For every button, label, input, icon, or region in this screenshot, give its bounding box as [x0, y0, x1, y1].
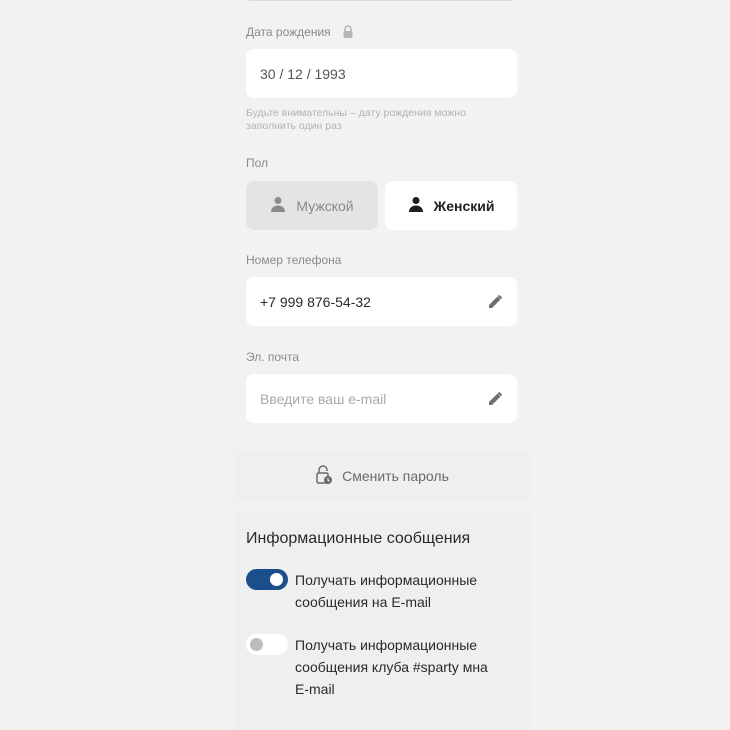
user-icon — [270, 196, 286, 215]
email-label: Эл. почта — [246, 350, 300, 364]
club-notifications-toggle[interactable] — [246, 634, 288, 655]
email-field[interactable]: Введите ваш e-mail — [246, 374, 517, 423]
user-icon — [408, 196, 424, 215]
gender-male-label: Мужской — [296, 197, 354, 214]
email-notifications-label: Получать информационные сообщения на E-m… — [295, 572, 478, 610]
profile-form: Дата рождения 30 / 12 / 1993 Будьте вним… — [0, 0, 730, 730]
previous-field-edge — [246, 0, 516, 1]
change-password-label: Сменить пароль — [342, 468, 449, 484]
toggle-knob — [250, 638, 263, 651]
birthdate-field: 30 / 12 / 1993 — [246, 49, 517, 98]
change-password-button[interactable]: Сменить пароль — [234, 450, 530, 502]
gender-label: Пол — [246, 156, 269, 170]
gender-female-label: Женский — [433, 197, 495, 214]
phone-label: Номер телефона — [246, 253, 342, 267]
lock-clock-icon — [315, 464, 333, 488]
toggle-knob — [270, 573, 283, 586]
gender-female-button[interactable]: Женский — [385, 181, 517, 230]
birthdate-label-row: Дата рождения — [246, 25, 354, 41]
club-notifications-label: Получать информационные сообщения клуба … — [295, 637, 488, 697]
phone-value: +7 999 876-54-32 — [260, 293, 371, 310]
pencil-icon[interactable] — [487, 391, 503, 407]
lock-icon — [342, 25, 354, 41]
email-notifications-toggle[interactable] — [246, 569, 288, 590]
birthdate-value: 30 / 12 / 1993 — [260, 65, 346, 82]
gender-male-button[interactable]: Мужской — [246, 181, 378, 230]
birthdate-hint: Будьте внимательны – дату рождения можно… — [246, 107, 466, 132]
notifications-title: Информационные сообщения — [246, 530, 471, 547]
pencil-icon[interactable] — [487, 294, 503, 310]
phone-field[interactable]: +7 999 876-54-32 — [246, 277, 517, 326]
email-placeholder: Введите ваш e-mail — [260, 390, 387, 407]
birthdate-label: Дата рождения — [246, 25, 331, 39]
